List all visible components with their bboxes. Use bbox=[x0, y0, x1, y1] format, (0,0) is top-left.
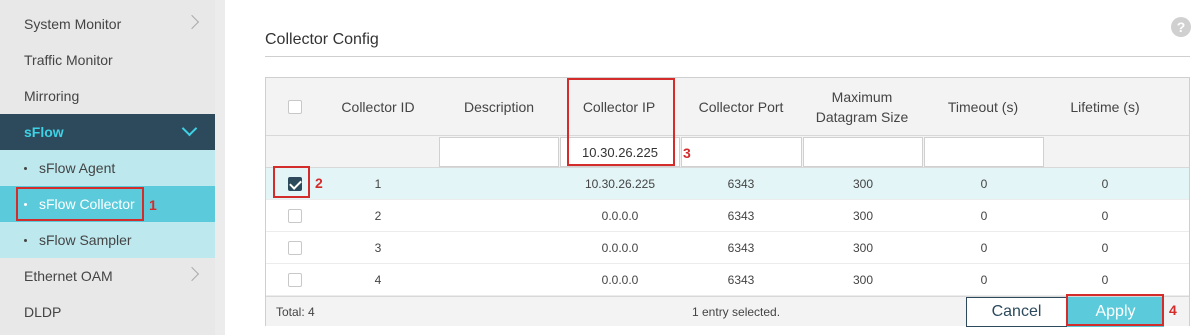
annotation-box bbox=[273, 166, 310, 198]
filter-row bbox=[266, 136, 1189, 168]
help-icon[interactable]: ? bbox=[1171, 17, 1191, 37]
column-header: Description bbox=[463, 99, 535, 115]
column-header: Collector Port bbox=[698, 99, 784, 115]
cell-timeout: 0 bbox=[980, 241, 988, 255]
cell-lifetime: 0 bbox=[1101, 177, 1109, 191]
table-row[interactable]: 4 0.0.0.0 6343 300 0 0 bbox=[266, 264, 1189, 296]
sidebar-item-label: sFlow Sampler bbox=[39, 232, 132, 248]
annotation-number: 2 bbox=[315, 175, 323, 191]
cell-collector-port: 6343 bbox=[727, 273, 755, 287]
table-row[interactable]: 3 0.0.0.0 6343 300 0 0 bbox=[266, 232, 1189, 264]
annotation-number: 3 bbox=[683, 145, 691, 161]
cancel-button[interactable]: Cancel bbox=[966, 297, 1067, 327]
cell-collector-id: 1 bbox=[374, 177, 382, 191]
annotation-number: 1 bbox=[149, 197, 157, 213]
cell-collector-id: 3 bbox=[374, 241, 382, 255]
cell-max-size: 300 bbox=[852, 177, 874, 191]
cell-lifetime: 0 bbox=[1101, 241, 1109, 255]
table-footer: Total: 4 1 entry selected. Cancel Apply bbox=[266, 296, 1189, 327]
cell-collector-id: 2 bbox=[374, 209, 382, 223]
cell-description bbox=[440, 264, 558, 296]
selection-status: 1 entry selected. bbox=[692, 305, 781, 319]
chevron-right-icon bbox=[184, 266, 200, 282]
chevron-down-icon bbox=[181, 120, 198, 137]
cell-max-size: 300 bbox=[852, 241, 874, 255]
timeout-filter-input[interactable] bbox=[924, 137, 1044, 167]
annotation-box bbox=[567, 78, 675, 166]
row-checkbox[interactable] bbox=[288, 241, 302, 255]
sidebar-item-label: Traffic Monitor bbox=[24, 52, 113, 68]
cell-collector-port: 6343 bbox=[727, 177, 755, 191]
cell-description bbox=[440, 168, 558, 200]
sidebar-item-ethernet-oam[interactable]: Ethernet OAM bbox=[0, 258, 215, 294]
table-row[interactable]: 1 10.30.26.225 6343 300 0 0 bbox=[266, 168, 1189, 200]
cell-collector-port: 6343 bbox=[727, 241, 755, 255]
total-count: Total: 4 bbox=[276, 305, 315, 319]
sidebar-item-sflow[interactable]: sFlow bbox=[0, 114, 215, 150]
cell-collector-ip: 10.30.26.225 bbox=[584, 177, 656, 191]
table-header: Collector ID Description Collector IP Co… bbox=[266, 78, 1189, 136]
cell-max-size: 300 bbox=[852, 209, 874, 223]
sidebar-item-label: sFlow Agent bbox=[39, 160, 116, 176]
divider bbox=[265, 56, 1190, 57]
sidebar-item-label: Mirroring bbox=[24, 88, 80, 104]
row-checkbox[interactable] bbox=[288, 273, 302, 287]
page-title: Collector Config bbox=[265, 31, 379, 48]
sidebar-item-sflow-agent[interactable]: sFlow Agent bbox=[0, 150, 215, 186]
column-header: Timeout (s) bbox=[947, 99, 1019, 115]
bullet-icon bbox=[24, 238, 27, 242]
sidebar-divider bbox=[215, 0, 225, 335]
sidebar-item-sflow-sampler[interactable]: sFlow Sampler bbox=[0, 222, 215, 258]
cell-collector-id: 4 bbox=[374, 273, 382, 287]
cell-max-size: 300 bbox=[852, 273, 874, 287]
cell-collector-ip: 0.0.0.0 bbox=[601, 209, 639, 223]
cell-collector-port: 6343 bbox=[727, 209, 755, 223]
collector-port-filter-input[interactable] bbox=[681, 137, 802, 167]
cell-timeout: 0 bbox=[980, 273, 988, 287]
cell-collector-ip: 0.0.0.0 bbox=[601, 273, 639, 287]
cell-collector-ip: 0.0.0.0 bbox=[601, 241, 639, 255]
sidebar-item-system-monitor[interactable]: System Monitor bbox=[0, 6, 215, 42]
annotation-box bbox=[16, 187, 144, 221]
sidebar: System Monitor Traffic Monitor Mirroring… bbox=[0, 0, 215, 335]
table-row[interactable]: 2 0.0.0.0 6343 300 0 0 bbox=[266, 200, 1189, 232]
max-size-filter-input[interactable] bbox=[803, 137, 923, 167]
sidebar-item-label: System Monitor bbox=[24, 16, 122, 32]
sidebar-item-mirroring[interactable]: Mirroring bbox=[0, 78, 215, 114]
cell-timeout: 0 bbox=[980, 177, 988, 191]
sidebar-item-traffic-monitor[interactable]: Traffic Monitor bbox=[0, 42, 215, 78]
sidebar-item-label: Ethernet OAM bbox=[24, 268, 113, 284]
column-header: Maximum Datagram Size bbox=[815, 89, 909, 125]
column-header: Lifetime (s) bbox=[1070, 99, 1140, 115]
select-all-checkbox[interactable] bbox=[288, 100, 302, 114]
row-checkbox[interactable] bbox=[288, 209, 302, 223]
column-header: Collector ID bbox=[341, 99, 415, 115]
description-filter-input[interactable] bbox=[439, 137, 559, 167]
sidebar-item-dldp[interactable]: DLDP bbox=[0, 294, 215, 330]
cell-timeout: 0 bbox=[980, 209, 988, 223]
main-panel: Collector Config ? Collector ID Descript… bbox=[225, 0, 1198, 335]
sidebar-item-label: sFlow bbox=[24, 124, 64, 140]
cell-lifetime: 0 bbox=[1101, 209, 1109, 223]
sidebar-item-label: DLDP bbox=[24, 304, 62, 320]
annotation-box bbox=[1066, 294, 1164, 326]
annotation-number: 4 bbox=[1169, 302, 1177, 318]
bullet-icon bbox=[24, 166, 27, 170]
chevron-right-icon bbox=[184, 14, 200, 30]
cell-description bbox=[440, 232, 558, 264]
collector-table: Collector ID Description Collector IP Co… bbox=[265, 77, 1190, 327]
cell-description bbox=[440, 200, 558, 232]
cell-lifetime: 0 bbox=[1101, 273, 1109, 287]
